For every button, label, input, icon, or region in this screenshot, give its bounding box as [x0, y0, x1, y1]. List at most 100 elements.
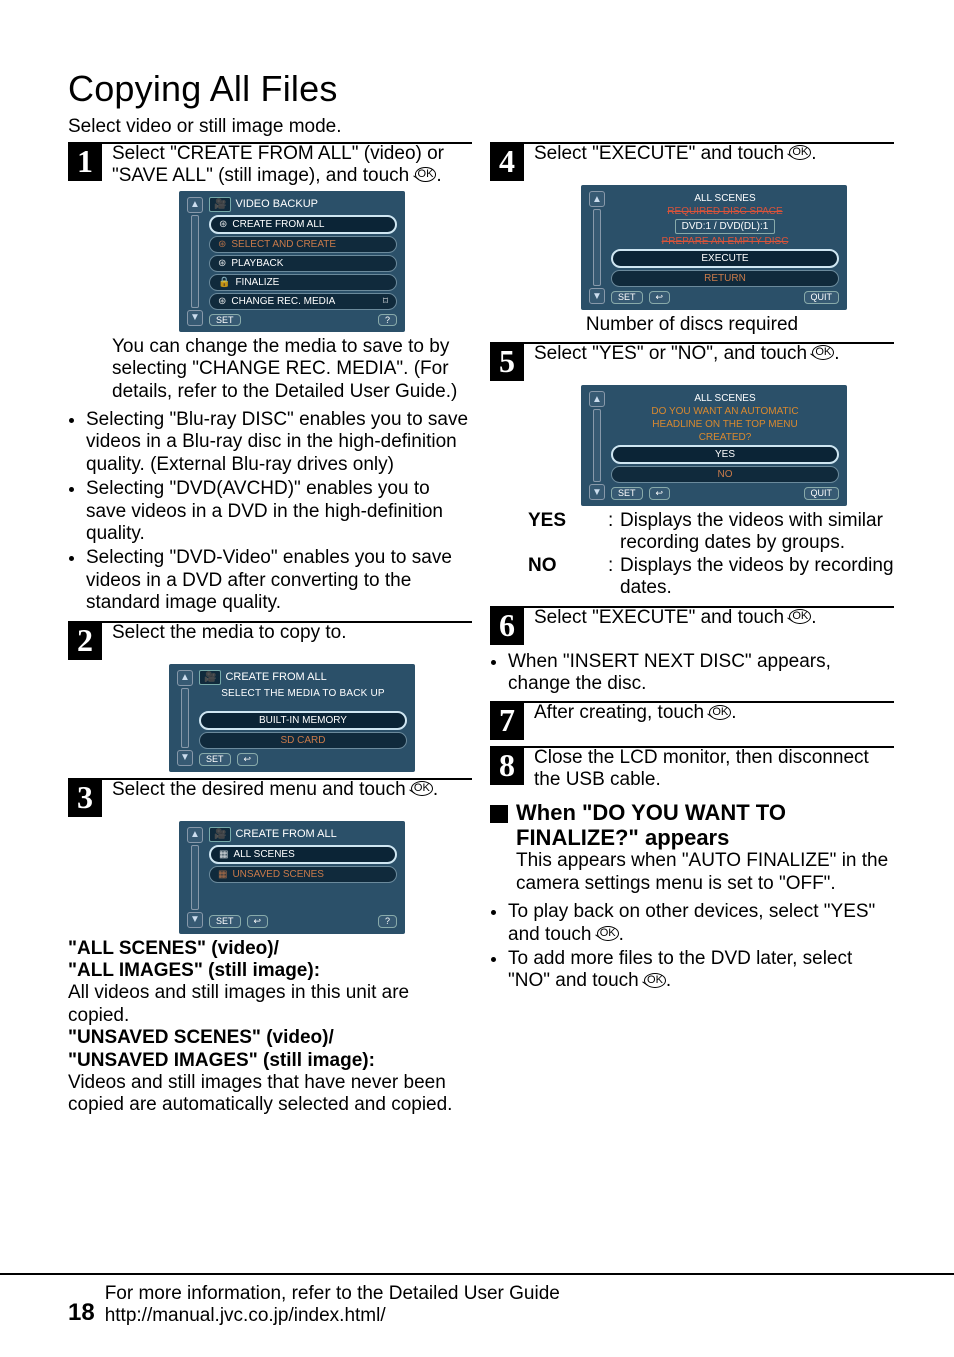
text: To play back on other devices, select "Y…: [508, 901, 875, 944]
text: To add more files to the DVD later, sele…: [508, 948, 852, 991]
step-text: After creating, touch OK.: [534, 702, 737, 724]
down-arrow-icon: ▼: [589, 484, 605, 500]
label: SD CARD: [280, 735, 325, 746]
scroll-arrows: ▲▼: [589, 191, 605, 304]
footer-line-1: For more information, refer to the Detai…: [105, 1283, 560, 1304]
bullet-list: Selecting "Blu-ray DISC" enables you to …: [68, 409, 472, 615]
text: Select "YES" or "NO", and touch: [534, 343, 812, 364]
left-column: 1 Select "CREATE FROM ALL" (video) or "S…: [68, 136, 472, 1117]
menu-item: ⊛CREATE FROM ALL: [209, 215, 397, 234]
disc-icon: ⊛: [218, 239, 226, 250]
menu-item: ⊛ PLAYBACK: [209, 255, 397, 272]
lcd-msg: CREATED?: [611, 432, 839, 443]
right-column: 4 Select "EXECUTE" and touch OK. ▲▼ ALL …: [490, 136, 894, 1117]
play-icon: ⊛: [218, 258, 226, 269]
bullet-item: When "INSERT NEXT DISC" appears, change …: [508, 651, 894, 696]
menu-item: ⊛SELECT AND CREATE: [209, 236, 397, 253]
up-arrow-icon: ▲: [177, 670, 193, 686]
bullet-list: To play back on other devices, select "Y…: [490, 901, 894, 993]
text: After creating, touch: [534, 702, 709, 723]
text: .: [811, 143, 816, 164]
label: EXECUTE: [701, 253, 748, 264]
menu-item: RETURN: [611, 270, 839, 287]
footer-line-2: http://manual.jvc.co.jp/index.html/: [105, 1305, 386, 1326]
step-number: 1: [68, 143, 102, 181]
up-arrow-icon: ▲: [589, 391, 605, 407]
menu-item: YES: [611, 445, 839, 464]
video-tab-icon: 🎥: [199, 670, 221, 685]
ok-icon: OK: [812, 345, 834, 360]
scroll-arrows: ▲▼: [589, 391, 605, 500]
lcd-msg: DO YOU WANT AN AUTOMATIC: [611, 406, 839, 417]
lcd-msg: HEADLINE ON THE TOP MENU: [611, 419, 839, 430]
video-tab-icon: 🎥: [209, 827, 231, 842]
text: .: [666, 970, 671, 991]
step-1: 1 Select "CREATE FROM ALL" (video) or "S…: [68, 143, 472, 187]
set-pill: SET: [209, 314, 241, 326]
value: Displays the videos by recording dates.: [620, 555, 894, 600]
video-tab-icon: 🎥: [209, 197, 231, 212]
down-arrow-icon: ▼: [187, 310, 203, 326]
back-pill: ↩: [247, 915, 269, 928]
back-pill: ↩: [649, 291, 671, 304]
text: .: [619, 924, 624, 945]
label: UNSAVED SCENES: [232, 869, 324, 880]
step-number: 6: [490, 607, 524, 645]
sub-heading: When "DO YOU WANT TO FINALIZE?" appears: [490, 801, 894, 850]
ok-icon: OK: [709, 705, 731, 720]
down-arrow-icon: ▼: [589, 288, 605, 304]
help-pill: ?: [378, 915, 397, 928]
lcd-header: CREATE FROM ALL: [235, 828, 336, 840]
menu-item: 🔒FINALIZE: [209, 274, 397, 291]
bullet-item: Selecting "Blu-ray DISC" enables you to …: [86, 409, 472, 476]
text: Select the desired menu and touch: [112, 779, 411, 800]
page-title: Copying All Files: [68, 68, 894, 110]
label: CREATE FROM ALL: [232, 219, 324, 230]
quit-pill: QUIT: [804, 487, 840, 500]
def-heading: "ALL SCENES" (video)/: [68, 938, 279, 959]
menu-item: ⊛CHANGE REC. MEDIA⌑: [209, 293, 397, 310]
step-number: 7: [490, 702, 524, 740]
down-arrow-icon: ▼: [177, 750, 193, 766]
scroll-arrows: ▲ ▼: [187, 197, 203, 326]
step-number: 3: [68, 779, 102, 817]
menu-item: EXECUTE: [611, 249, 839, 268]
step-5: 5 Select "YES" or "NO", and touch OK.: [490, 343, 894, 381]
ok-icon: OK: [789, 145, 811, 160]
step-2: 2 Select the media to copy to.: [68, 622, 472, 660]
step-number: 8: [490, 747, 524, 785]
text: .: [811, 607, 816, 628]
step-text: Select "EXECUTE" and touch OK.: [534, 607, 817, 629]
lcd-screen-4: ▲▼ ALL SCENES REQUIRED DISC SPACE DVD:1 …: [581, 185, 847, 310]
caption: Number of discs required: [490, 314, 894, 336]
set-pill: SET: [199, 753, 231, 766]
intro-text: Select video or still image mode.: [68, 116, 894, 138]
text: .: [436, 165, 441, 186]
lcd-screen-3: ▲▼ 🎥CREATE FROM ALL ▦ALL SCENES ▦UNSAVED…: [179, 821, 405, 934]
yes-row: YES: Displays the videos with similar re…: [528, 510, 894, 555]
label: CHANGE REC. MEDIA: [231, 296, 335, 307]
key: YES: [528, 510, 608, 555]
ok-icon: OK: [644, 973, 666, 988]
text: Select "CREATE FROM ALL" (video) or "SAV…: [112, 143, 444, 186]
bullet-item: Selecting "DVD(AVCHD)" enables you to sa…: [86, 478, 472, 545]
up-arrow-icon: ▲: [187, 827, 203, 843]
bullet-item: To add more files to the DVD later, sele…: [508, 948, 894, 993]
lcd-message: SELECT THE MEDIA TO BACK UP: [199, 688, 407, 699]
sub-paragraph: This appears when "AUTO FINALIZE" in the…: [516, 850, 894, 895]
lcd-screen-2: ▲▼ 🎥CREATE FROM ALL SELECT THE MEDIA TO …: [169, 664, 415, 772]
lcd-header: VIDEO BACKUP: [235, 198, 318, 210]
lcd-screen-1: ▲ ▼ 🎥VIDEO BACKUP ⊛CREATE FROM ALL ⊛SELE…: [179, 191, 405, 332]
step-text: Select "YES" or "NO", and touch OK.: [534, 343, 840, 365]
ok-icon: OK: [789, 609, 811, 624]
set-pill: SET: [611, 487, 643, 500]
label: PLAYBACK: [231, 258, 283, 269]
page-number: 18: [68, 1299, 95, 1327]
lock-icon: 🔒: [218, 277, 230, 288]
help-pill: ?: [378, 314, 397, 326]
set-pill: SET: [209, 915, 241, 928]
step-number: 2: [68, 622, 102, 660]
up-arrow-icon: ▲: [589, 191, 605, 207]
text: .: [731, 702, 736, 723]
ok-icon: OK: [415, 167, 437, 182]
